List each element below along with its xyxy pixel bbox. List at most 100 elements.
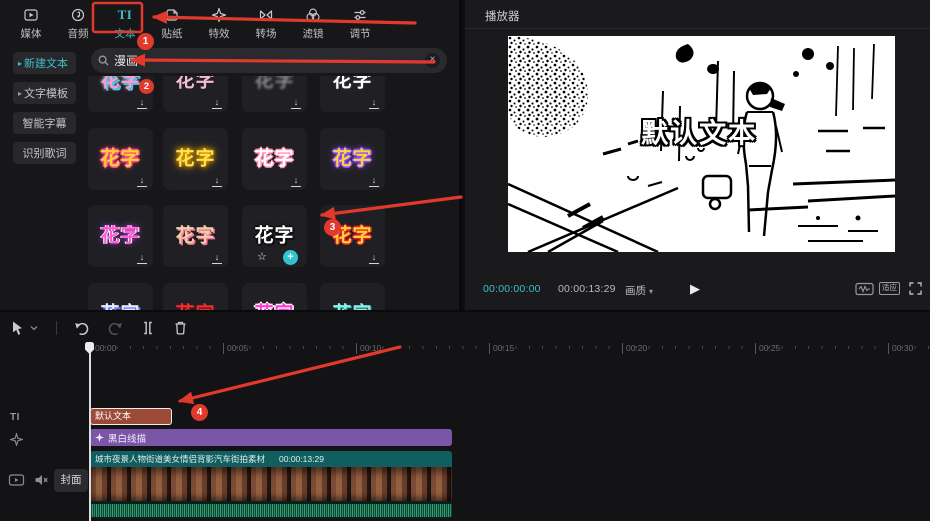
nav-smart-subtitle[interactable]: 智能字幕	[13, 112, 76, 134]
add-to-track-icon[interactable]: +	[283, 250, 298, 265]
download-icon: ↓	[137, 253, 147, 264]
expand-arrow-icon: ▸	[18, 59, 22, 68]
clear-search-icon[interactable]: ×	[425, 53, 440, 68]
video-clip-header: 城市夜景人物街道美女情侣背影汽车街拍素材 00:00:13:29	[90, 451, 452, 467]
search-input[interactable]: 漫画 ×	[91, 48, 447, 73]
text-style-card[interactable]: 花字↓	[320, 128, 385, 190]
timeline-toolbar	[0, 315, 930, 341]
download-icon: ↓	[369, 253, 379, 264]
fit-button[interactable]: 适应	[879, 282, 900, 295]
cover-button[interactable]: 封面	[54, 469, 88, 492]
download-icon: ↓	[291, 98, 301, 109]
quality-dropdown[interactable]: 画质▾	[625, 283, 653, 298]
download-icon: ↓	[212, 98, 222, 109]
text-style-card[interactable]: 花字↓	[88, 283, 153, 310]
download-icon: ↓	[369, 176, 379, 187]
text-style-card[interactable]: 花字↓	[88, 76, 153, 112]
mute-track-icon[interactable]	[34, 473, 49, 492]
select-tool-button[interactable]	[10, 320, 39, 337]
asset-panel: 媒体 音频 TI 文本 贴纸 特效	[0, 0, 462, 310]
audio-waveform	[90, 501, 452, 518]
divider	[56, 321, 57, 335]
text-style-card[interactable]: 花字↓	[320, 76, 385, 112]
favorite-star-icon[interactable]: ☆	[257, 250, 267, 263]
adjust-icon	[352, 7, 368, 23]
search-value: 漫画	[114, 52, 425, 69]
video-preview[interactable]: 默认文本	[508, 36, 895, 252]
text-style-card[interactable]: 花字↓	[163, 128, 228, 190]
text-style-card[interactable]: 花字↓	[88, 128, 153, 190]
nav-text-template[interactable]: ▸ 文字模板	[13, 82, 76, 104]
text-track-icon: TI	[10, 412, 20, 423]
tab-text[interactable]: TI 文本	[108, 0, 142, 41]
total-duration: 00:00:13:29	[558, 283, 616, 295]
chevron-down-icon	[29, 323, 39, 333]
current-time: 00:00:00:00	[483, 283, 541, 295]
playhead-line	[89, 342, 91, 521]
video-editor-app: 媒体 音频 TI 文本 贴纸 特效	[0, 0, 930, 521]
top-tabs-bar: 媒体 音频 TI 文本 贴纸 特效	[0, 0, 462, 42]
download-icon: ↓	[212, 176, 222, 187]
player-panel: 播放器	[465, 0, 930, 310]
text-style-card[interactable]: 花字↓	[242, 128, 307, 190]
effect-sparkle-icon	[95, 433, 104, 442]
split-tool-button[interactable]	[140, 320, 156, 336]
undo-button[interactable]	[74, 321, 90, 336]
download-icon: ↓	[291, 176, 301, 187]
cursor-icon	[10, 320, 26, 337]
video-clip[interactable]: 城市夜景人物街道美女情侣背影汽车街拍素材 00:00:13:29	[90, 451, 452, 518]
waveform-toggle-icon[interactable]	[855, 282, 874, 301]
download-icon: ↓	[369, 98, 379, 109]
tab-adjust[interactable]: 调节	[343, 0, 377, 41]
redo-button[interactable]	[107, 321, 123, 336]
tab-transition[interactable]: 转场	[249, 0, 283, 41]
expand-arrow-icon: ▸	[18, 89, 22, 98]
search-icon	[98, 55, 109, 66]
tab-audio[interactable]: 音频	[61, 0, 95, 41]
text-style-card[interactable]: 花字↓	[320, 205, 385, 267]
nav-new-text[interactable]: ▸ 新建文本	[13, 52, 76, 74]
effect-clip-label: 黑白线描	[108, 431, 146, 445]
text-style-card-selected[interactable]: 花字 ☆ +	[242, 205, 307, 267]
player-title: 播放器	[485, 8, 520, 24]
effect-clip[interactable]: 黑白线描	[90, 429, 452, 446]
text-style-card[interactable]: 花字↓	[163, 283, 228, 310]
text-style-grid: 花字↓ 花字↓ 花字↓ 花字↓ 花字↓ 花字↓ 花字↓ 花字↓ 花字↓ 花字↓ …	[85, 76, 462, 310]
text-style-card[interactable]: 花字↓	[242, 76, 307, 112]
media-icon	[23, 7, 39, 23]
text-style-card[interactable]: 花字↓	[320, 283, 385, 310]
tab-sticker[interactable]: 贴纸	[155, 0, 189, 41]
download-icon: ↓	[137, 176, 147, 187]
tab-media[interactable]: 媒体	[14, 0, 48, 41]
video-track-icon	[8, 473, 25, 492]
video-clip-duration: 00:00:13:29	[279, 454, 324, 464]
audio-icon	[70, 7, 86, 23]
text-icon: TI	[118, 7, 133, 23]
text-clip[interactable]: 默认文本	[90, 408, 172, 425]
tab-effects[interactable]: 特效	[202, 0, 236, 41]
download-icon: ↓	[137, 98, 147, 109]
delete-button[interactable]	[173, 320, 188, 336]
effect-track-icon	[10, 433, 23, 451]
nav-recognize-lyrics[interactable]: 识别歌词	[13, 142, 76, 164]
text-style-card[interactable]: 花字↓	[163, 76, 228, 112]
effects-icon	[211, 7, 227, 23]
timeline-ruler[interactable]: 00:00 00:05 00:10 00:15 00:20 00:25 00:3…	[90, 342, 930, 356]
text-style-card[interactable]: 花字↓	[242, 283, 307, 310]
chevron-down-icon: ▾	[649, 287, 653, 296]
video-filmstrip	[90, 467, 452, 501]
player-controls: 00:00:00:00 00:00:13:29 画质▾ ▶ 适应	[465, 279, 930, 301]
default-text-overlay[interactable]: 默认文本	[641, 112, 757, 151]
text-style-card[interactable]: 花字↓	[163, 205, 228, 267]
transition-icon	[258, 7, 274, 23]
text-category-nav: ▸ 新建文本 ▸ 文字模板 智能字幕 识别歌词	[0, 42, 85, 310]
sticker-icon	[164, 7, 180, 23]
video-clip-title: 城市夜景人物街道美女情侣背影汽车街拍素材	[95, 453, 265, 465]
download-icon: ↓	[212, 253, 222, 264]
play-button[interactable]: ▶	[690, 281, 700, 297]
text-style-card[interactable]: 花字↓	[88, 205, 153, 267]
fullscreen-icon[interactable]	[909, 282, 922, 300]
divider	[465, 28, 930, 29]
filter-icon	[305, 7, 321, 23]
tab-filter[interactable]: 滤镜	[296, 0, 330, 41]
